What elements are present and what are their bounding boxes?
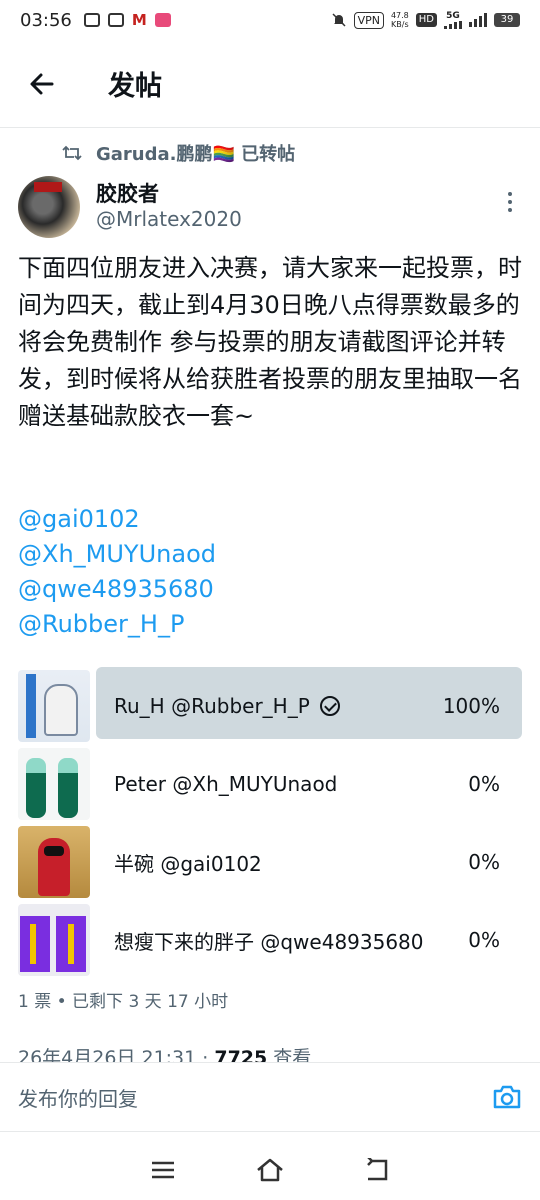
status-time: 03:56 bbox=[20, 9, 72, 31]
top-app-bar: 发帖 bbox=[0, 40, 540, 128]
poll-option[interactable]: Ru_H @Rubber_H_P 100% bbox=[18, 667, 522, 745]
poll-meta: 1 票 • 已剩下 3 天 17 小时 bbox=[18, 992, 229, 1012]
mute-icon bbox=[332, 13, 346, 27]
poll-option-percent: 0% bbox=[468, 928, 500, 952]
hd-badge: HD bbox=[415, 13, 437, 27]
timestamp-date: 26年4月26日 21:31 · bbox=[18, 1047, 215, 1063]
poll-option-label: 想瘦下来的胖子 @qwe48935680 bbox=[114, 926, 424, 955]
poll-option-percent: 0% bbox=[468, 850, 500, 874]
mention-link[interactable]: @qwe48935680 bbox=[18, 572, 216, 607]
check-circle-icon bbox=[319, 696, 340, 716]
back-nav-button[interactable] bbox=[363, 1156, 391, 1184]
battery-icon: 39 bbox=[494, 13, 520, 27]
poll-option[interactable]: 半碗 @gai0102 0% bbox=[18, 823, 522, 901]
poll-option-image bbox=[18, 826, 90, 898]
tweet-text: 下面四位朋友进入决赛，请大家来一起投票，时间为四天，截止到4月30日晚八点得票数… bbox=[18, 254, 522, 430]
reply-input[interactable]: 发布你的回复 bbox=[18, 1083, 492, 1112]
system-nav-bar bbox=[0, 1140, 540, 1200]
repost-label: Garuda.鹏鹏🏳️‍🌈 已转帖 bbox=[96, 144, 296, 165]
speed-value: 47.8 bbox=[390, 11, 409, 20]
back-arrow-icon bbox=[30, 73, 54, 94]
repost-indicator[interactable]: Garuda.鹏鹏🏳️‍🌈 已转帖 bbox=[62, 140, 295, 166]
speed-unit: KB/s bbox=[391, 20, 409, 29]
app-notification-icon bbox=[154, 13, 171, 27]
poll-option-label: 半碗 @gai0102 bbox=[114, 848, 262, 877]
poll-option-image bbox=[18, 670, 90, 742]
menu-button[interactable] bbox=[149, 1156, 177, 1184]
app-notification-icon bbox=[107, 13, 124, 27]
back-button[interactable] bbox=[0, 40, 84, 128]
reply-composer: 发布你的回复 bbox=[0, 1062, 540, 1132]
poll-option-text: Ru_H @Rubber_H_P bbox=[114, 694, 310, 718]
poll-option-text: 半碗 @gai0102 bbox=[114, 851, 262, 876]
signal-icon bbox=[469, 13, 487, 27]
poll-option-image bbox=[18, 748, 90, 820]
more-icon[interactable] bbox=[500, 188, 520, 216]
tweet-timestamp[interactable]: 26年4月26日 21:31 · 7725 查看 bbox=[18, 1043, 311, 1063]
poll-option-percent: 0% bbox=[468, 772, 500, 796]
poll-option-image bbox=[18, 904, 90, 976]
camera-icon[interactable] bbox=[492, 1084, 522, 1110]
views-label: 查看 bbox=[267, 1047, 312, 1063]
vpn-badge: VPN bbox=[353, 11, 384, 29]
app-notification-icon bbox=[83, 13, 100, 27]
gmail-icon: M bbox=[131, 11, 147, 29]
home-button[interactable] bbox=[256, 1156, 284, 1184]
views-count: 7725 bbox=[214, 1047, 268, 1063]
poll-option-text: Peter @Xh_MUYUnaod bbox=[114, 772, 338, 796]
repost-icon bbox=[62, 145, 82, 161]
network-speed: 47.8 KB/s bbox=[391, 11, 409, 29]
signal-icon bbox=[444, 20, 462, 29]
avatar[interactable] bbox=[18, 176, 80, 238]
network-type: 5G bbox=[446, 10, 460, 21]
mention-list: @gai0102 @Xh_MUYUnaod @qwe48935680 @Rubb… bbox=[18, 502, 216, 642]
poll-option-label: Peter @Xh_MUYUnaod bbox=[114, 772, 337, 796]
page-title: 发帖 bbox=[108, 71, 162, 102]
status-right: VPN 47.8 KB/s HD 5G 39 bbox=[331, 11, 520, 29]
poll-option[interactable]: 想瘦下来的胖子 @qwe48935680 0% bbox=[18, 901, 522, 979]
mention-link[interactable]: @gai0102 bbox=[18, 502, 216, 537]
author-display-name[interactable]: 胶胶者 bbox=[96, 178, 159, 208]
poll-option-percent: 100% bbox=[442, 694, 500, 718]
poll-option-label: Ru_H @Rubber_H_P bbox=[114, 694, 340, 718]
home-icon bbox=[257, 1158, 283, 1182]
mention-link[interactable]: @Rubber_H_P bbox=[18, 607, 216, 642]
author-handle[interactable]: @Mrlatex2020 bbox=[96, 207, 242, 231]
poll: Ru_H @Rubber_H_P 100% Peter @Xh_MUYUnaod… bbox=[18, 667, 522, 979]
mention-link[interactable]: @Xh_MUYUnaod bbox=[18, 537, 216, 572]
back-nav-icon bbox=[366, 1158, 387, 1181]
menu-icon bbox=[152, 1161, 175, 1179]
poll-option[interactable]: Peter @Xh_MUYUnaod 0% bbox=[18, 745, 522, 823]
poll-option-text: 想瘦下来的胖子 @qwe48935680 bbox=[114, 929, 424, 954]
status-bar: 03:56 M VPN 47.8 KB/s HD 5G 39 bbox=[0, 0, 540, 40]
notification-icons: M bbox=[83, 11, 171, 29]
